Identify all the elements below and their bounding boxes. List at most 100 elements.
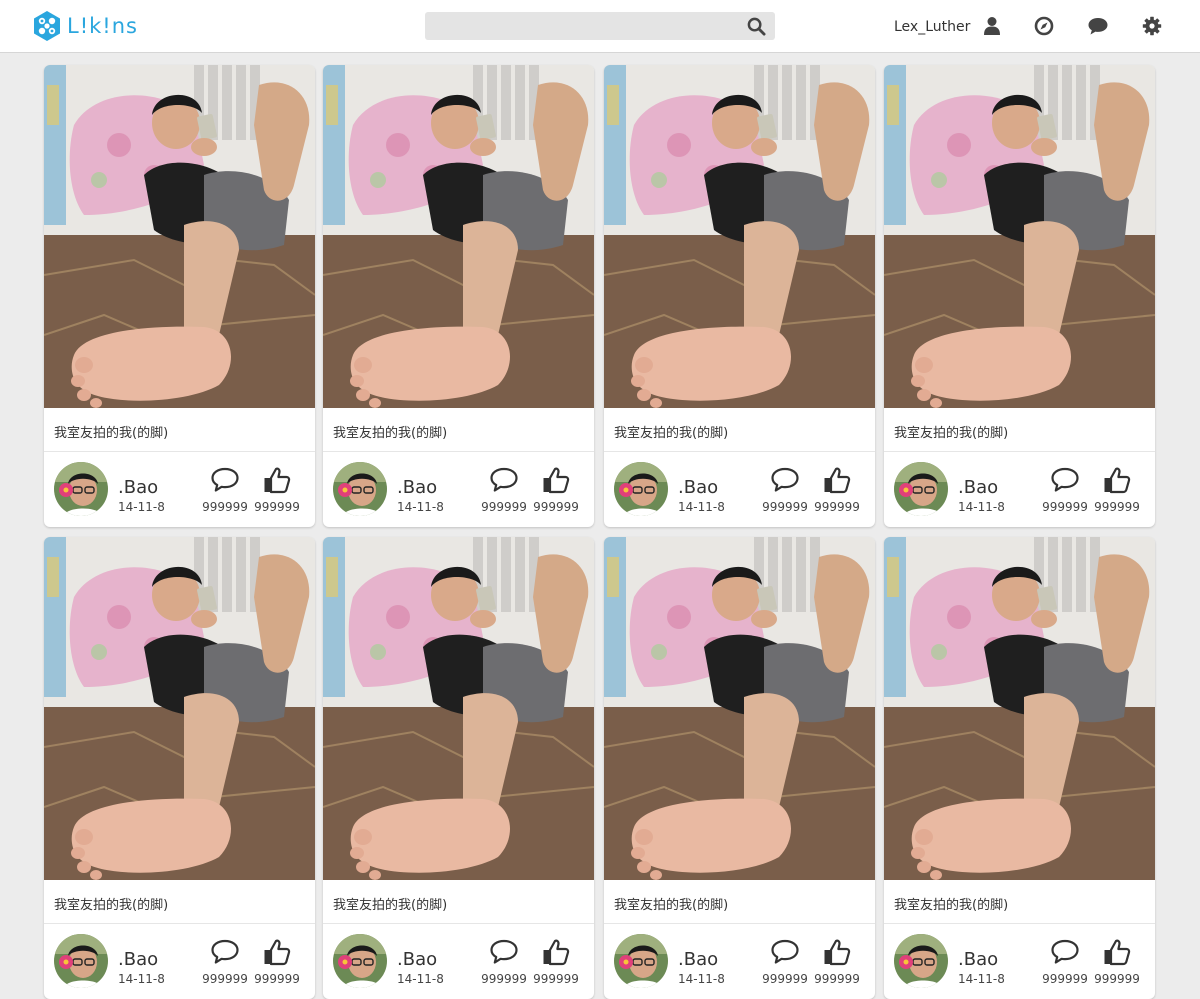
- author-name[interactable]: .Bao: [397, 949, 437, 970]
- comment-count: 999999: [202, 972, 248, 986]
- search-input[interactable]: [425, 12, 735, 40]
- comment-icon: [1051, 939, 1079, 964]
- top-bar: L!k!ns Lex_Luther: [0, 0, 1200, 53]
- comment-icon: [490, 939, 518, 964]
- comment-button[interactable]: 999999: [200, 938, 250, 986]
- like-button[interactable]: 999999: [252, 466, 302, 514]
- compass-icon[interactable]: [1034, 16, 1054, 36]
- post-caption-text: 我室友拍的我(的脚): [894, 426, 1009, 441]
- post-date: 14-11-8: [397, 500, 444, 514]
- comment-button[interactable]: 999999: [479, 938, 529, 986]
- avatar[interactable]: [894, 934, 948, 988]
- comment-icon: [771, 939, 799, 964]
- avatar[interactable]: [54, 934, 108, 988]
- post-photo-image: [323, 65, 594, 408]
- comment-button[interactable]: 999999: [200, 466, 250, 514]
- user-icon[interactable]: [982, 16, 1002, 36]
- comment-button[interactable]: 999999: [479, 466, 529, 514]
- avatar[interactable]: [614, 934, 668, 988]
- avatar-image: [614, 462, 668, 516]
- post-date: 14-11-8: [958, 500, 1005, 514]
- like-button[interactable]: 999999: [812, 938, 862, 986]
- post-caption: 我室友拍的我(的脚): [884, 880, 1155, 924]
- post-card[interactable]: 我室友拍的我(的脚) .Bao 14-11-8 999999 999999: [44, 537, 315, 999]
- post-meta: .Bao 14-11-8 999999 999999: [884, 924, 1155, 999]
- like-button[interactable]: 999999: [531, 466, 581, 514]
- post-card[interactable]: 我室友拍的我(的脚) .Bao 14-11-8 999999 999999: [884, 65, 1155, 527]
- author-name[interactable]: .Bao: [678, 477, 718, 498]
- post-photo-image: [323, 537, 594, 880]
- post-caption-text: 我室友拍的我(的脚): [54, 426, 169, 441]
- post-caption: 我室友拍的我(的脚): [323, 880, 594, 924]
- post-photo[interactable]: [323, 65, 594, 408]
- comment-count: 999999: [762, 972, 808, 986]
- comment-icon: [1051, 467, 1079, 492]
- logo-text: L!k!ns: [67, 14, 138, 38]
- post-card[interactable]: 我室友拍的我(的脚) .Bao 14-11-8 999999 999999: [323, 537, 594, 999]
- post-caption-text: 我室友拍的我(的脚): [894, 898, 1009, 913]
- post-meta: .Bao 14-11-8 999999 999999: [44, 924, 315, 999]
- post-photo[interactable]: [884, 65, 1155, 408]
- username[interactable]: Lex_Luther: [894, 19, 970, 35]
- like-count: 999999: [1094, 500, 1140, 514]
- thumbs-up-icon: [543, 939, 570, 966]
- thumbs-up-icon: [264, 467, 291, 494]
- author-name[interactable]: .Bao: [958, 949, 998, 970]
- author-name[interactable]: .Bao: [118, 477, 158, 498]
- author-name[interactable]: .Bao: [397, 477, 437, 498]
- post-photo[interactable]: [323, 537, 594, 880]
- post-card[interactable]: 我室友拍的我(的脚) .Bao 14-11-8 999999 999999: [44, 65, 315, 527]
- post-caption: 我室友拍的我(的脚): [884, 408, 1155, 452]
- logo[interactable]: L!k!ns: [32, 10, 138, 42]
- like-count: 999999: [254, 972, 300, 986]
- post-date: 14-11-8: [958, 972, 1005, 986]
- comment-count: 999999: [1042, 500, 1088, 514]
- like-count: 999999: [533, 972, 579, 986]
- author-name[interactable]: .Bao: [958, 477, 998, 498]
- avatar[interactable]: [894, 462, 948, 516]
- like-button[interactable]: 999999: [1092, 466, 1142, 514]
- post-photo[interactable]: [604, 537, 875, 880]
- comment-button[interactable]: 999999: [760, 938, 810, 986]
- post-photo-image: [44, 537, 315, 880]
- chat-icon[interactable]: [1087, 16, 1109, 36]
- post-card[interactable]: 我室友拍的我(的脚) .Bao 14-11-8 999999 999999: [323, 65, 594, 527]
- post-caption-text: 我室友拍的我(的脚): [333, 426, 448, 441]
- post-meta: .Bao 14-11-8 999999 999999: [44, 452, 315, 527]
- thumbs-up-icon: [824, 939, 851, 966]
- like-button[interactable]: 999999: [531, 938, 581, 986]
- post-caption-text: 我室友拍的我(的脚): [614, 898, 729, 913]
- post-photo[interactable]: [44, 537, 315, 880]
- avatar-image: [54, 462, 108, 516]
- post-photo-image: [604, 537, 875, 880]
- search-icon[interactable]: [747, 17, 766, 36]
- post-meta: .Bao 14-11-8 999999 999999: [604, 452, 875, 527]
- gear-icon[interactable]: [1142, 16, 1162, 36]
- like-button[interactable]: 999999: [1092, 938, 1142, 986]
- comment-button[interactable]: 999999: [1040, 938, 1090, 986]
- post-card[interactable]: 我室友拍的我(的脚) .Bao 14-11-8 999999 999999: [604, 537, 875, 999]
- post-photo[interactable]: [604, 65, 875, 408]
- avatar[interactable]: [333, 934, 387, 988]
- post-card[interactable]: 我室友拍的我(的脚) .Bao 14-11-8 999999 999999: [884, 537, 1155, 999]
- post-date: 14-11-8: [118, 500, 165, 514]
- avatar[interactable]: [333, 462, 387, 516]
- avatar[interactable]: [614, 462, 668, 516]
- comment-button[interactable]: 999999: [760, 466, 810, 514]
- comment-button[interactable]: 999999: [1040, 466, 1090, 514]
- thumbs-up-icon: [543, 467, 570, 494]
- post-date: 14-11-8: [397, 972, 444, 986]
- comment-count: 999999: [762, 500, 808, 514]
- like-count: 999999: [814, 972, 860, 986]
- post-photo[interactable]: [44, 65, 315, 408]
- author-name[interactable]: .Bao: [118, 949, 158, 970]
- like-button[interactable]: 999999: [252, 938, 302, 986]
- comment-icon: [490, 467, 518, 492]
- avatar[interactable]: [54, 462, 108, 516]
- like-button[interactable]: 999999: [812, 466, 862, 514]
- post-caption: 我室友拍的我(的脚): [323, 408, 594, 452]
- avatar-image: [333, 934, 387, 988]
- post-card[interactable]: 我室友拍的我(的脚) .Bao 14-11-8 999999 999999: [604, 65, 875, 527]
- post-photo[interactable]: [884, 537, 1155, 880]
- author-name[interactable]: .Bao: [678, 949, 718, 970]
